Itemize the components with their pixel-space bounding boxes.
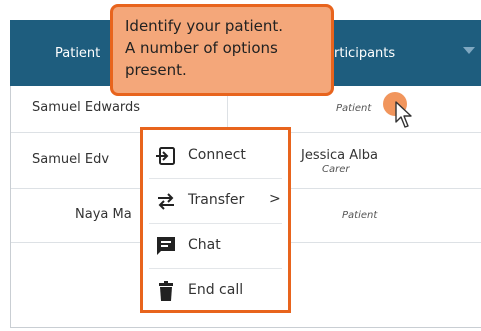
menu-item-transfer[interactable]: Transfer > bbox=[143, 179, 288, 223]
menu-item-connect[interactable]: Connect bbox=[143, 134, 288, 178]
menu-item-end-call[interactable]: End call bbox=[143, 269, 288, 313]
tooltip-line: Identify your patient. bbox=[125, 17, 284, 35]
transfer-icon bbox=[158, 193, 174, 210]
tooltip-line: A number of options bbox=[125, 39, 278, 57]
column-header-patient[interactable]: Patient bbox=[55, 46, 100, 61]
connect-icon bbox=[156, 147, 175, 165]
participant-role: Carer bbox=[322, 164, 350, 175]
participant-name: Jessica Alba bbox=[301, 148, 378, 163]
patient-name: Samuel Edv bbox=[32, 152, 110, 167]
menu-item-label: End call bbox=[188, 282, 244, 298]
menu-item-label: Chat bbox=[188, 237, 221, 253]
participant-role: Patient bbox=[342, 210, 378, 221]
onboarding-tooltip: Identify your patient. A number of optio… bbox=[110, 4, 334, 96]
patient-name: Naya Ma bbox=[75, 207, 132, 222]
menu-item-label: Transfer bbox=[188, 192, 245, 208]
column-header-participants[interactable]: rticipants bbox=[334, 46, 395, 61]
menu-item-chat[interactable]: Chat bbox=[143, 224, 288, 268]
tooltip-line: present. bbox=[125, 61, 187, 79]
trash-icon bbox=[159, 281, 173, 301]
patient-name: Samuel Edwards bbox=[32, 100, 141, 115]
participant-role: Patient bbox=[336, 103, 372, 114]
chevron-right-icon: > bbox=[269, 191, 281, 207]
mouse-pointer-icon bbox=[395, 101, 412, 128]
menu-item-label: Connect bbox=[188, 147, 246, 163]
call-context-menu: Connect Transfer > Chat End call bbox=[140, 127, 291, 313]
sort-caret-icon[interactable] bbox=[462, 46, 476, 56]
chat-icon bbox=[157, 237, 175, 255]
